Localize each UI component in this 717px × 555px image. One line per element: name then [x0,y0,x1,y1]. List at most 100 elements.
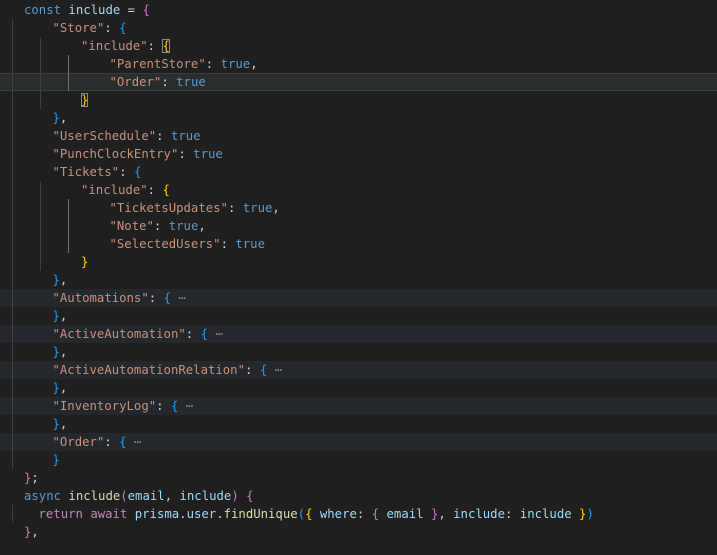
code-line[interactable]: }; [0,469,717,487]
code-line[interactable]: } [0,91,717,109]
code-token: "PunchClockEntry" [52,147,179,161]
code-line[interactable]: "include": { [0,181,717,199]
code-token: } [52,381,60,395]
fold-ellipsis-icon[interactable]: ⋯ [171,291,185,305]
code-token: "Automations" [52,291,149,305]
code-token: : [104,21,120,35]
code-token: "Order" [109,75,162,89]
code-token: , [164,489,180,503]
code-token: , [59,273,68,287]
indent-guide [12,37,13,55]
code-text: async include(email, include) { [24,487,254,505]
code-token: ) [586,507,594,521]
code-text: "Automations": { ⋯ [53,289,186,307]
code-line[interactable]: "SelectedUsers": true [0,235,717,253]
code-line[interactable]: }, [0,415,717,433]
code-text: "include": { [81,181,170,199]
code-token: { [163,291,171,305]
code-token: async [24,489,69,503]
indent-guide [12,451,13,469]
indent-guide [12,235,13,253]
code-token: : [220,237,236,251]
code-line[interactable]: const include = { [0,1,717,19]
code-line[interactable]: }, [0,307,717,325]
code-line[interactable]: "Automations": { ⋯ [0,289,717,307]
code-line[interactable]: "Store": { [0,19,717,37]
indent-guide [12,145,13,163]
code-token: const [24,3,69,17]
code-line[interactable]: }, [0,271,717,289]
code-line[interactable]: return await prisma.user.findUnique({ wh… [0,505,717,523]
indent-guide [40,181,41,199]
code-token: { [162,183,170,197]
code-line[interactable]: } [0,451,717,469]
indent-guide [12,415,13,433]
code-token: email [127,489,165,503]
code-line[interactable]: "Tickets": { [0,163,717,181]
code-token: , [198,219,206,233]
fold-ellipsis-icon[interactable]: ⋯ [127,435,141,449]
code-token: { [142,3,150,17]
code-line[interactable]: "ParentStore": true, [0,55,717,73]
code-line[interactable]: "Note": true, [0,217,717,235]
fold-ellipsis-icon[interactable]: ⋯ [178,399,193,413]
indent-guide [12,307,13,325]
code-line[interactable]: } [0,253,717,271]
indent-guide [12,163,13,181]
indent-guide [68,235,69,253]
code-token: "Order" [52,435,105,449]
indent-guide [40,235,41,253]
indent-guide [12,199,13,217]
code-token: "Note" [109,219,154,233]
code-token: , [59,417,68,431]
code-token: : [185,327,201,341]
code-token: } [81,93,89,107]
indent-guide [40,73,41,91]
code-editor[interactable]: const include = {"Store": {"include": {"… [0,0,717,555]
indent-guide [12,289,13,307]
code-token: : [148,291,164,305]
fold-ellipsis-icon[interactable]: ⋯ [267,363,282,377]
code-line[interactable]: "Order": { ⋯ [0,433,717,451]
code-text: "Note": true, [110,217,206,235]
code-token: , [250,57,258,71]
code-token: : [104,435,120,449]
indent-guide [68,73,69,91]
code-token: . [179,507,187,521]
code-token: "include" [81,183,148,197]
code-line[interactable]: "include": { [0,37,717,55]
code-line[interactable]: }, [0,379,717,397]
code-token: , [59,381,68,395]
code-token: : [504,507,520,521]
code-text: "ActiveAutomationRelation": { ⋯ [53,361,283,379]
code-token: : [153,219,169,233]
code-text: }, [24,523,39,541]
code-token: "TicketsUpdates" [109,201,228,215]
fold-ellipsis-icon[interactable]: ⋯ [208,327,222,341]
code-line[interactable]: "UserSchedule": true [0,127,717,145]
code-line[interactable]: "Order": true [0,73,717,91]
code-line[interactable]: "PunchClockEntry": true [0,145,717,163]
code-token: } [81,255,89,269]
code-token: } [52,309,60,323]
code-line[interactable]: "InventoryLog": { ⋯ [0,397,717,415]
code-text: "Store": { [53,19,127,37]
code-token: return [38,507,91,521]
indent-guide [12,271,13,289]
code-token: } [52,111,60,125]
code-line[interactable]: async include(email, include) { [0,487,717,505]
code-token: "Store" [52,21,105,35]
code-line[interactable]: "TicketsUpdates": true, [0,199,717,217]
code-line[interactable]: "ActiveAutomation": { ⋯ [0,325,717,343]
code-token: : [156,129,171,143]
code-token: ( [120,489,128,503]
code-token: where [312,507,357,521]
indent-guide [12,505,13,523]
code-line[interactable]: "ActiveAutomationRelation": { ⋯ [0,361,717,379]
code-token: : [147,183,163,197]
code-line[interactable]: }, [0,523,717,541]
code-line[interactable]: }, [0,343,717,361]
code-token: ( [297,507,306,521]
indent-guide [12,181,13,199]
code-line[interactable]: }, [0,109,717,127]
